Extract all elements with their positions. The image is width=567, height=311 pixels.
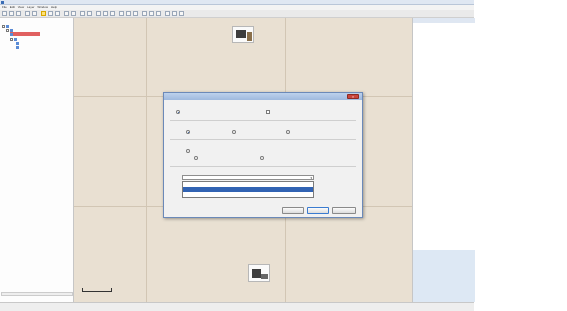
close-button[interactable]: × [347,94,359,99]
new-icon[interactable] [2,11,7,16]
open-icon[interactable] [9,11,14,16]
attribute-icon[interactable] [142,11,147,16]
undo-icon[interactable] [25,11,30,16]
edit-icon[interactable] [119,11,124,16]
crs-dropdown-list [182,181,314,198]
geometry-polygon-radio[interactable] [286,130,290,134]
print-icon[interactable] [156,11,161,16]
crs-option[interactable] [183,192,313,197]
layer-icon [16,45,19,49]
merge-option-radio[interactable] [186,149,190,153]
properties-panel [412,18,475,302]
horizontal-scrollbar[interactable] [1,292,73,296]
merge-option-radio[interactable] [194,156,198,160]
save-icon[interactable] [16,11,21,16]
grid-line [146,18,147,302]
divider [170,166,356,167]
add-layer-icon[interactable] [103,11,108,16]
map-image-thumbnail[interactable] [232,26,254,43]
help-icon[interactable] [179,11,184,16]
export-icon[interactable] [165,11,170,16]
divider [170,120,356,121]
layers-panel [0,18,74,302]
pan-icon[interactable] [55,11,60,16]
redo-icon[interactable] [32,11,37,16]
geometry-point-radio[interactable] [186,130,190,134]
map-image-thumbnail[interactable] [248,264,270,282]
dialog-title-bar: × [164,93,362,100]
close-icon: × [352,95,355,99]
crs-combobox[interactable]: ▾ [182,175,314,180]
remove-layer-icon[interactable] [110,11,115,16]
properties-header [413,18,475,23]
export-options-dialog: × ▾ [163,92,363,218]
back-button[interactable] [282,207,304,214]
cancel-button[interactable] [332,207,356,214]
all-layers-radio[interactable] [176,110,180,114]
vertex-icon[interactable] [126,11,131,16]
chevron-down-icon[interactable]: ▾ [310,176,312,179]
layer-icon[interactable] [96,11,101,16]
chart-icon[interactable] [149,11,154,16]
geometry-line-radio[interactable] [232,130,236,134]
divider [170,139,356,140]
layer-icon [10,32,13,36]
measure-icon[interactable] [71,11,76,16]
tree-item-selected[interactable] [10,32,40,36]
status-bar [0,302,474,311]
tree-item[interactable] [16,45,20,49]
zoom-out-icon[interactable] [48,11,53,16]
expand-icon[interactable] [6,28,9,32]
expand-icon[interactable] [2,24,5,28]
zoom-in-icon[interactable] [41,11,46,16]
settings-icon[interactable] [172,11,177,16]
properties-description-area [413,250,475,302]
info-icon[interactable] [87,11,92,16]
app-icon [1,1,4,4]
split-icon[interactable] [133,11,138,16]
merge-option-radio[interactable] [260,156,264,160]
select-icon[interactable] [64,11,69,16]
toolbar [0,10,474,18]
expand-icon[interactable] [10,37,13,41]
next-button[interactable] [307,207,329,214]
scale-bar [82,288,112,292]
visible-layers-checkbox[interactable] [266,110,270,114]
identify-icon[interactable] [80,11,85,16]
